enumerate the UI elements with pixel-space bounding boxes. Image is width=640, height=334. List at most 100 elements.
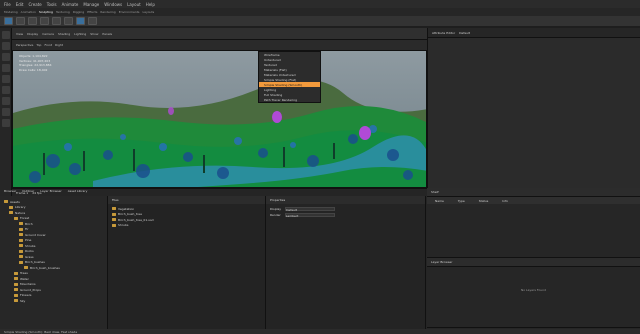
menu-item-create[interactable]: Create	[28, 2, 41, 7]
shelf-column-header[interactable]: Info	[502, 199, 508, 203]
file-row-label: Vegetation	[118, 206, 135, 211]
snap-curve-button[interactable]	[64, 17, 73, 25]
tree-row-label: Ground Cover	[25, 232, 46, 237]
layer-browser-panel: Layer Browser No Layers Found	[427, 258, 640, 328]
shelf-tab-modeling[interactable]: Modeling	[4, 10, 18, 14]
shelf-tab-environments[interactable]: Environments	[119, 10, 140, 14]
viewport-3d[interactable]: Objects: 1,104,822 Vertices: 41,907,203 Tr…	[12, 50, 427, 188]
viewport-header: View Display Camera Shading Lighting Show Pane…	[12, 28, 427, 40]
scale-mode-button[interactable]	[40, 17, 49, 25]
menu-item-layout[interactable]: Layout	[127, 2, 141, 7]
property-value-field[interactable]: Default	[285, 207, 336, 212]
property-value-field[interactable]: Lambert	[284, 213, 335, 218]
bottom-tab-layer-browser[interactable]: Layer Browser	[40, 189, 61, 193]
viewport-tab-top[interactable]: Top	[36, 43, 41, 47]
menu-item-tools[interactable]: Tools	[47, 2, 57, 7]
paint-tool-icon[interactable]	[2, 53, 10, 61]
menu-item-help[interactable]: Help	[146, 2, 155, 7]
menu-item-file[interactable]: File	[4, 2, 11, 7]
folder-icon	[14, 288, 18, 292]
brush-tool-icon[interactable]	[2, 97, 10, 105]
file-row[interactable]: Shrubs	[112, 223, 261, 229]
shelf-tab-sculpting[interactable]: Sculpting	[39, 10, 53, 14]
folder-icon	[19, 244, 23, 248]
lasso-tool-icon[interactable]	[2, 42, 10, 50]
property-row: Render Lambert	[270, 212, 421, 218]
pen-tool-icon[interactable]	[2, 108, 10, 116]
layer-browser-title: Layer Browser	[431, 260, 453, 264]
viewport-menu-camera[interactable]: Camera	[42, 32, 54, 36]
select-mode-button[interactable]	[4, 17, 13, 25]
render-button[interactable]	[76, 17, 85, 25]
viewport-menu-lighting[interactable]: Lighting	[74, 32, 86, 36]
menu-item-manage[interactable]: Manage	[83, 2, 99, 7]
folder-icon	[19, 222, 23, 226]
shelf-tab-effects[interactable]: Effects	[87, 10, 97, 14]
folder-icon	[14, 277, 18, 281]
property-label: Display	[270, 207, 282, 211]
folder-icon	[24, 266, 28, 270]
menu-item-edit[interactable]: Edit	[16, 2, 24, 7]
tree-row-label: Rocks	[25, 249, 34, 254]
folder-icon	[112, 218, 116, 222]
folder-icon	[112, 223, 116, 227]
tree-row-label: Library	[15, 205, 26, 210]
tree-row[interactable]: Sky	[4, 298, 103, 304]
viewport-tabs: Perspective Top Front Right	[12, 40, 427, 50]
folder-icon	[19, 255, 23, 259]
folder-icon	[112, 212, 116, 216]
attribute-editor-tab[interactable]: Default	[459, 31, 470, 35]
rotate-mode-button[interactable]	[28, 17, 37, 25]
bottom-tab-asset-library[interactable]: Asset Library	[68, 189, 88, 193]
shelf-column-header[interactable]: Status	[479, 199, 489, 203]
viewport-menu-show[interactable]: Show	[90, 32, 98, 36]
properties-panel: Properties Display Default Render Lambert	[266, 196, 426, 329]
ipr-button[interactable]	[88, 17, 97, 25]
folder-icon	[4, 200, 8, 204]
tree-row-label: Sky	[20, 298, 26, 303]
attribute-editor-title: Attribute Editor	[432, 30, 456, 35]
eyedropper-tool-icon[interactable]	[2, 119, 10, 127]
shelf-tab-layouts[interactable]: Layouts	[142, 10, 154, 14]
shading-menu-item[interactable]: Path Tracer Rendering	[259, 97, 320, 102]
shelf-tab-texturing[interactable]: Texturing	[56, 10, 70, 14]
shelf-column-header[interactable]: Name	[435, 199, 444, 203]
move-mode-button[interactable]	[16, 17, 25, 25]
select-tool-icon[interactable]	[2, 31, 10, 39]
menu-item-windows[interactable]: Windows	[104, 2, 122, 7]
tree-row-label: Forest	[20, 216, 30, 221]
viewport-menu-display[interactable]: Display	[27, 32, 38, 36]
tree-row-label: Birch_bush_brushes	[30, 265, 60, 270]
viewport-menu-view[interactable]: View	[16, 32, 23, 36]
snap-grid-button[interactable]	[52, 17, 61, 25]
bottom-tab-outliner[interactable]: Outliner	[22, 189, 34, 193]
viewport-stat-line: Objects: 1,104,822	[19, 54, 48, 58]
folder-icon	[14, 282, 18, 286]
viewport-tab-perspective[interactable]: Perspective	[16, 43, 33, 47]
folder-icon	[19, 227, 23, 231]
bottom-tabs: Browser Outliner Layer Browser Asset Librar…	[0, 186, 87, 196]
tree-row-label: Grass	[25, 254, 34, 259]
tree-row-label: Assets	[10, 199, 20, 204]
move-tool-icon[interactable]	[2, 64, 10, 72]
viewport-stats: Objects: 1,104,822 Vertices: 41,907,203 Tr…	[19, 54, 52, 72]
shelf-panel: Shelf Name Type Status Info	[427, 188, 640, 258]
viewport-menu-panels[interactable]: Panels	[102, 32, 112, 36]
viewport-tab-front[interactable]: Front	[44, 43, 52, 47]
scale-tool-icon[interactable]	[2, 86, 10, 94]
file-row-label: Birch_bush_tree_01.usd	[118, 217, 154, 222]
file-browser: Files Vegetation Birch_bush_tree Birch_bus…	[108, 196, 266, 329]
properties-header: Properties	[270, 198, 286, 202]
shelf-column-header[interactable]: Type	[458, 199, 465, 203]
shelf-tab-animation[interactable]: Animation	[21, 10, 36, 14]
mode-toolbar	[0, 16, 640, 26]
shelf-tab-rendering[interactable]: Rendering	[100, 10, 115, 14]
viewport-stat-line: Draw Calls: 18,402	[19, 67, 48, 72]
folder-icon	[19, 260, 23, 264]
menu-item-animate[interactable]: Animate	[62, 2, 79, 7]
viewport-menu-shading[interactable]: Shading	[58, 32, 70, 36]
bottom-tab-browser[interactable]: Browser	[4, 189, 16, 193]
shelf-tab-rigging[interactable]: Rigging	[73, 10, 84, 14]
viewport-tab-right[interactable]: Right	[55, 43, 63, 47]
rotate-tool-icon[interactable]	[2, 75, 10, 83]
